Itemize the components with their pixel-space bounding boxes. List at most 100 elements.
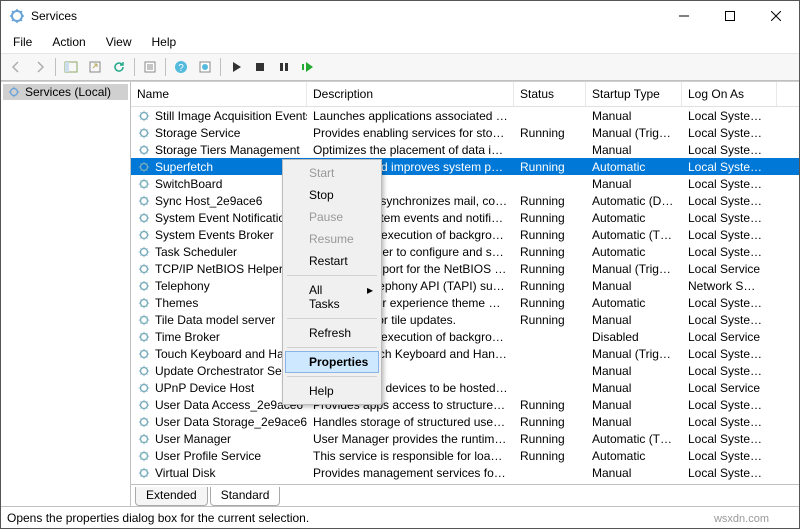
close-button[interactable] — [753, 1, 799, 31]
service-icon — [137, 109, 151, 123]
service-row[interactable]: TelephonyProvides Telephony API (TAPI) s… — [131, 277, 799, 294]
help-topics-button[interactable] — [194, 56, 216, 78]
service-row[interactable]: User Profile ServiceThis service is resp… — [131, 447, 799, 464]
properties-button[interactable] — [139, 56, 161, 78]
refresh-button[interactable] — [108, 56, 130, 78]
service-row[interactable]: Task SchedulerEnables a user to configur… — [131, 243, 799, 260]
service-name: Task Scheduler — [155, 245, 237, 259]
help-button[interactable]: ? — [170, 56, 192, 78]
service-row[interactable]: Storage Tiers Management Optimizes the pl… — [131, 141, 799, 158]
service-name: Themes — [155, 296, 198, 310]
service-row[interactable]: SuperfetchMaintains and improves system … — [131, 158, 799, 175]
service-name: System Event Notification — [155, 211, 292, 225]
service-startup: Disabled — [586, 330, 682, 344]
service-row[interactable]: Still Image Acquisition EventsLaunches a… — [131, 107, 799, 124]
services-icon — [7, 85, 21, 99]
service-icon — [137, 279, 151, 293]
show-hide-tree-button[interactable] — [60, 56, 82, 78]
restart-service-button[interactable] — [297, 56, 319, 78]
service-startup: Manual (Trig… — [586, 347, 682, 361]
submenu-arrow-icon: ▸ — [367, 283, 373, 297]
service-icon — [137, 347, 151, 361]
service-row[interactable]: User Data Storage_2e9ace6Handles storage… — [131, 413, 799, 430]
service-logon: Local Syste… — [682, 415, 777, 429]
ctx-stop[interactable]: Stop — [285, 184, 379, 206]
watermark: wsxdn.com — [714, 513, 769, 525]
ctx-help[interactable]: Help — [285, 380, 379, 402]
tab-extended[interactable]: Extended — [135, 487, 208, 506]
col-description[interactable]: Description — [307, 82, 514, 106]
service-icon — [137, 330, 151, 344]
forward-button[interactable] — [29, 56, 51, 78]
service-startup: Manual — [586, 466, 682, 480]
service-row[interactable]: UPnP Device HostAllows UPnP devices to b… — [131, 379, 799, 396]
menu-view[interactable]: View — [98, 33, 140, 51]
service-desc: Handles storage of structured user d… — [307, 415, 514, 429]
ctx-restart[interactable]: Restart — [285, 250, 379, 272]
service-startup: Automatic — [586, 160, 682, 174]
service-status: Running — [514, 279, 586, 293]
ctx-resume[interactable]: Resume — [285, 228, 379, 250]
service-startup: Automatic (D… — [586, 194, 682, 208]
service-name: Storage Service — [155, 126, 240, 140]
service-name-cell: Themes — [131, 296, 307, 310]
service-row[interactable]: Storage ServiceProvides enabling service… — [131, 124, 799, 141]
service-row[interactable]: Virtual DiskProvides management services… — [131, 464, 799, 481]
service-icon — [137, 245, 151, 259]
service-row[interactable]: User ManagerUser Manager provides the ru… — [131, 430, 799, 447]
service-row[interactable]: System Event NotificationMonitors system… — [131, 209, 799, 226]
ctx-all-tasks[interactable]: All Tasks▸ — [285, 279, 379, 315]
service-desc: Optimizes the placement of data in s… — [307, 143, 514, 157]
service-row[interactable]: Time BrokerCoordinates execution of back… — [131, 328, 799, 345]
service-row[interactable]: User Data Access_2e9ace6Provides apps ac… — [131, 396, 799, 413]
tree-pane[interactable]: Services (Local) — [1, 82, 131, 506]
stop-service-button[interactable] — [249, 56, 271, 78]
ctx-pause[interactable]: Pause — [285, 206, 379, 228]
service-name-cell: Virtual Disk — [131, 466, 307, 480]
minimize-button[interactable] — [661, 1, 707, 31]
service-name: Virtual Disk — [155, 466, 215, 480]
service-name-cell: TCP/IP NetBIOS Helper — [131, 262, 307, 276]
service-logon: Local Syste… — [682, 194, 777, 208]
tab-standard[interactable]: Standard — [210, 487, 281, 506]
service-row[interactable]: System Events BrokerCoordinates executio… — [131, 226, 799, 243]
view-tabs: Extended Standard — [131, 484, 799, 506]
service-row[interactable]: TCP/IP NetBIOS HelperProvides support fo… — [131, 260, 799, 277]
service-row[interactable]: Tile Data model serverTile Server for ti… — [131, 311, 799, 328]
service-icon — [137, 177, 151, 191]
service-logon: Local Service — [682, 381, 777, 395]
service-row[interactable]: Touch Keyboard and HandwritingEnables To… — [131, 345, 799, 362]
service-logon: Local Syste… — [682, 364, 777, 378]
pause-service-button[interactable] — [273, 56, 295, 78]
tree-root[interactable]: Services (Local) — [3, 84, 128, 100]
menu-action[interactable]: Action — [44, 33, 93, 51]
ctx-refresh[interactable]: Refresh — [285, 322, 379, 344]
service-name: Superfetch — [155, 160, 213, 174]
col-status[interactable]: Status — [514, 82, 586, 106]
export-button[interactable] — [84, 56, 106, 78]
service-list[interactable]: Still Image Acquisition EventsLaunches a… — [131, 107, 799, 484]
service-icon — [137, 364, 151, 378]
service-name: Storage Tiers Management — [155, 143, 300, 157]
menu-file[interactable]: File — [5, 33, 40, 51]
maximize-button[interactable] — [707, 1, 753, 31]
service-startup: Manual — [586, 398, 682, 412]
service-icon — [137, 381, 151, 395]
ctx-properties[interactable]: Properties — [285, 351, 379, 373]
back-button[interactable] — [5, 56, 27, 78]
service-name-cell: Update Orchestrator Service for Windo… — [131, 364, 307, 378]
service-name: Telephony — [155, 279, 210, 293]
col-logon[interactable]: Log On As — [682, 82, 777, 106]
service-row[interactable]: ThemesProvides user experience theme man… — [131, 294, 799, 311]
col-name[interactable]: Name — [131, 82, 307, 106]
start-service-button[interactable] — [225, 56, 247, 78]
service-icon — [137, 228, 151, 242]
ctx-start[interactable]: Start — [285, 162, 379, 184]
service-row[interactable]: Sync Host_2e9ace6This service synchroniz… — [131, 192, 799, 209]
service-row[interactable]: Update Orchestrator Service for Windo…Us… — [131, 362, 799, 379]
service-row[interactable]: SwitchBoardManualLocal Syste… — [131, 175, 799, 192]
service-name-cell: UPnP Device Host — [131, 381, 307, 395]
ctx-separator — [287, 318, 377, 319]
col-startup[interactable]: Startup Type — [586, 82, 682, 106]
menu-help[interactable]: Help — [144, 33, 185, 51]
